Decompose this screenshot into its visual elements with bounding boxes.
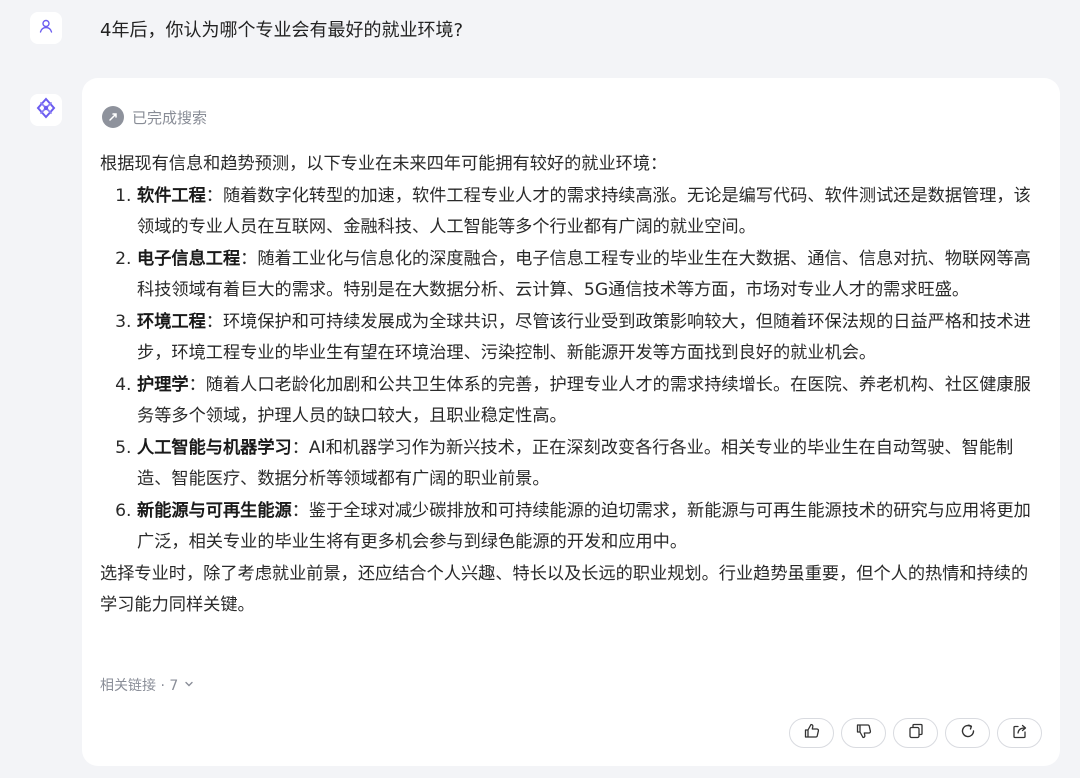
user-icon [38, 18, 54, 38]
major-list: 软件工程：随着数字化转型的加速，软件工程专业人才的需求持续高涨。无论是编写代码、… [100, 181, 1045, 559]
item-title: 环境工程 [137, 311, 206, 332]
search-status[interactable]: 已完成搜索 [102, 106, 207, 128]
answer-intro: 根据现有信息和趋势预测，以下专业在未来四年可能拥有较好的就业环境： [100, 154, 668, 174]
answer-body: 根据现有信息和趋势预测，以下专业在未来四年可能拥有较好的就业环境： 软件工程：随… [100, 149, 1045, 622]
list-item: 护理学：随着人口老龄化加剧和公共卫生体系的完善，护理专业人才的需求持续增长。在医… [137, 370, 1045, 433]
related-links-toggle[interactable]: 相关链接 · 7 [100, 675, 194, 695]
copy-icon [907, 722, 925, 744]
search-status-label: 已完成搜索 [132, 108, 208, 127]
chevron-down-icon [184, 679, 194, 692]
item-title: 人工智能与机器学习 [137, 437, 292, 458]
item-title: 护理学 [137, 374, 189, 395]
share-icon [1011, 722, 1029, 744]
thumbs-down-icon [855, 722, 873, 744]
user-question: 4年后，你认为哪个专业会有最好的就业环境? [100, 20, 464, 41]
regenerate-button[interactable] [945, 718, 990, 748]
list-item: 环境工程：环境保护和可持续发展成为全球共识，尽管该行业受到政策影响较大，但随着环… [137, 307, 1045, 370]
item-title: 电子信息工程 [137, 248, 241, 269]
bot-avatar [30, 94, 62, 126]
dislike-button[interactable] [841, 718, 886, 748]
item-text: ：随着工业化与信息化的深度融合，电子信息工程专业的毕业生在大数据、通信、信息对抗… [137, 248, 1031, 301]
item-title: 软件工程 [137, 185, 206, 206]
share-button[interactable] [997, 718, 1042, 748]
list-item: 软件工程：随着数字化转型的加速，软件工程专业人才的需求持续高涨。无论是编写代码、… [137, 181, 1045, 244]
bot-logo-icon [35, 97, 57, 123]
list-item: 新能源与可再生能源：鉴于全球对减少碳排放和可持续能源的迫切需求，新能源与可再生能… [137, 496, 1045, 559]
item-text: ：随着人口老龄化加剧和公共卫生体系的完善，护理专业人才的需求持续增长。在医院、养… [137, 374, 1031, 427]
list-item: 电子信息工程：随着工业化与信息化的深度融合，电子信息工程专业的毕业生在大数据、通… [137, 244, 1045, 307]
answer-conclusion: 选择专业时，除了考虑就业前景，还应结合个人兴趣、特长以及长远的职业规划。行业趋势… [100, 563, 1029, 616]
action-bar [789, 718, 1042, 748]
item-text: ：随着数字化转型的加速，软件工程专业人才的需求持续高涨。无论是编写代码、软件测试… [137, 185, 1031, 238]
search-done-icon [102, 106, 124, 128]
related-links-label: 相关链接 · 7 [100, 678, 179, 694]
item-text: ：环境保护和可持续发展成为全球共识，尽管该行业受到政策影响较大，但随着环保法规的… [137, 311, 1031, 364]
copy-button[interactable] [893, 718, 938, 748]
thumbs-up-icon [803, 722, 821, 744]
user-avatar [30, 12, 62, 44]
list-item: 人工智能与机器学习：AI和机器学习作为新兴技术，正在深刻改变各行各业。相关专业的… [137, 433, 1045, 496]
refresh-icon [959, 722, 977, 744]
answer-card: 已完成搜索 根据现有信息和趋势预测，以下专业在未来四年可能拥有较好的就业环境： … [82, 78, 1060, 766]
item-title: 新能源与可再生能源 [137, 500, 292, 521]
like-button[interactable] [789, 718, 834, 748]
